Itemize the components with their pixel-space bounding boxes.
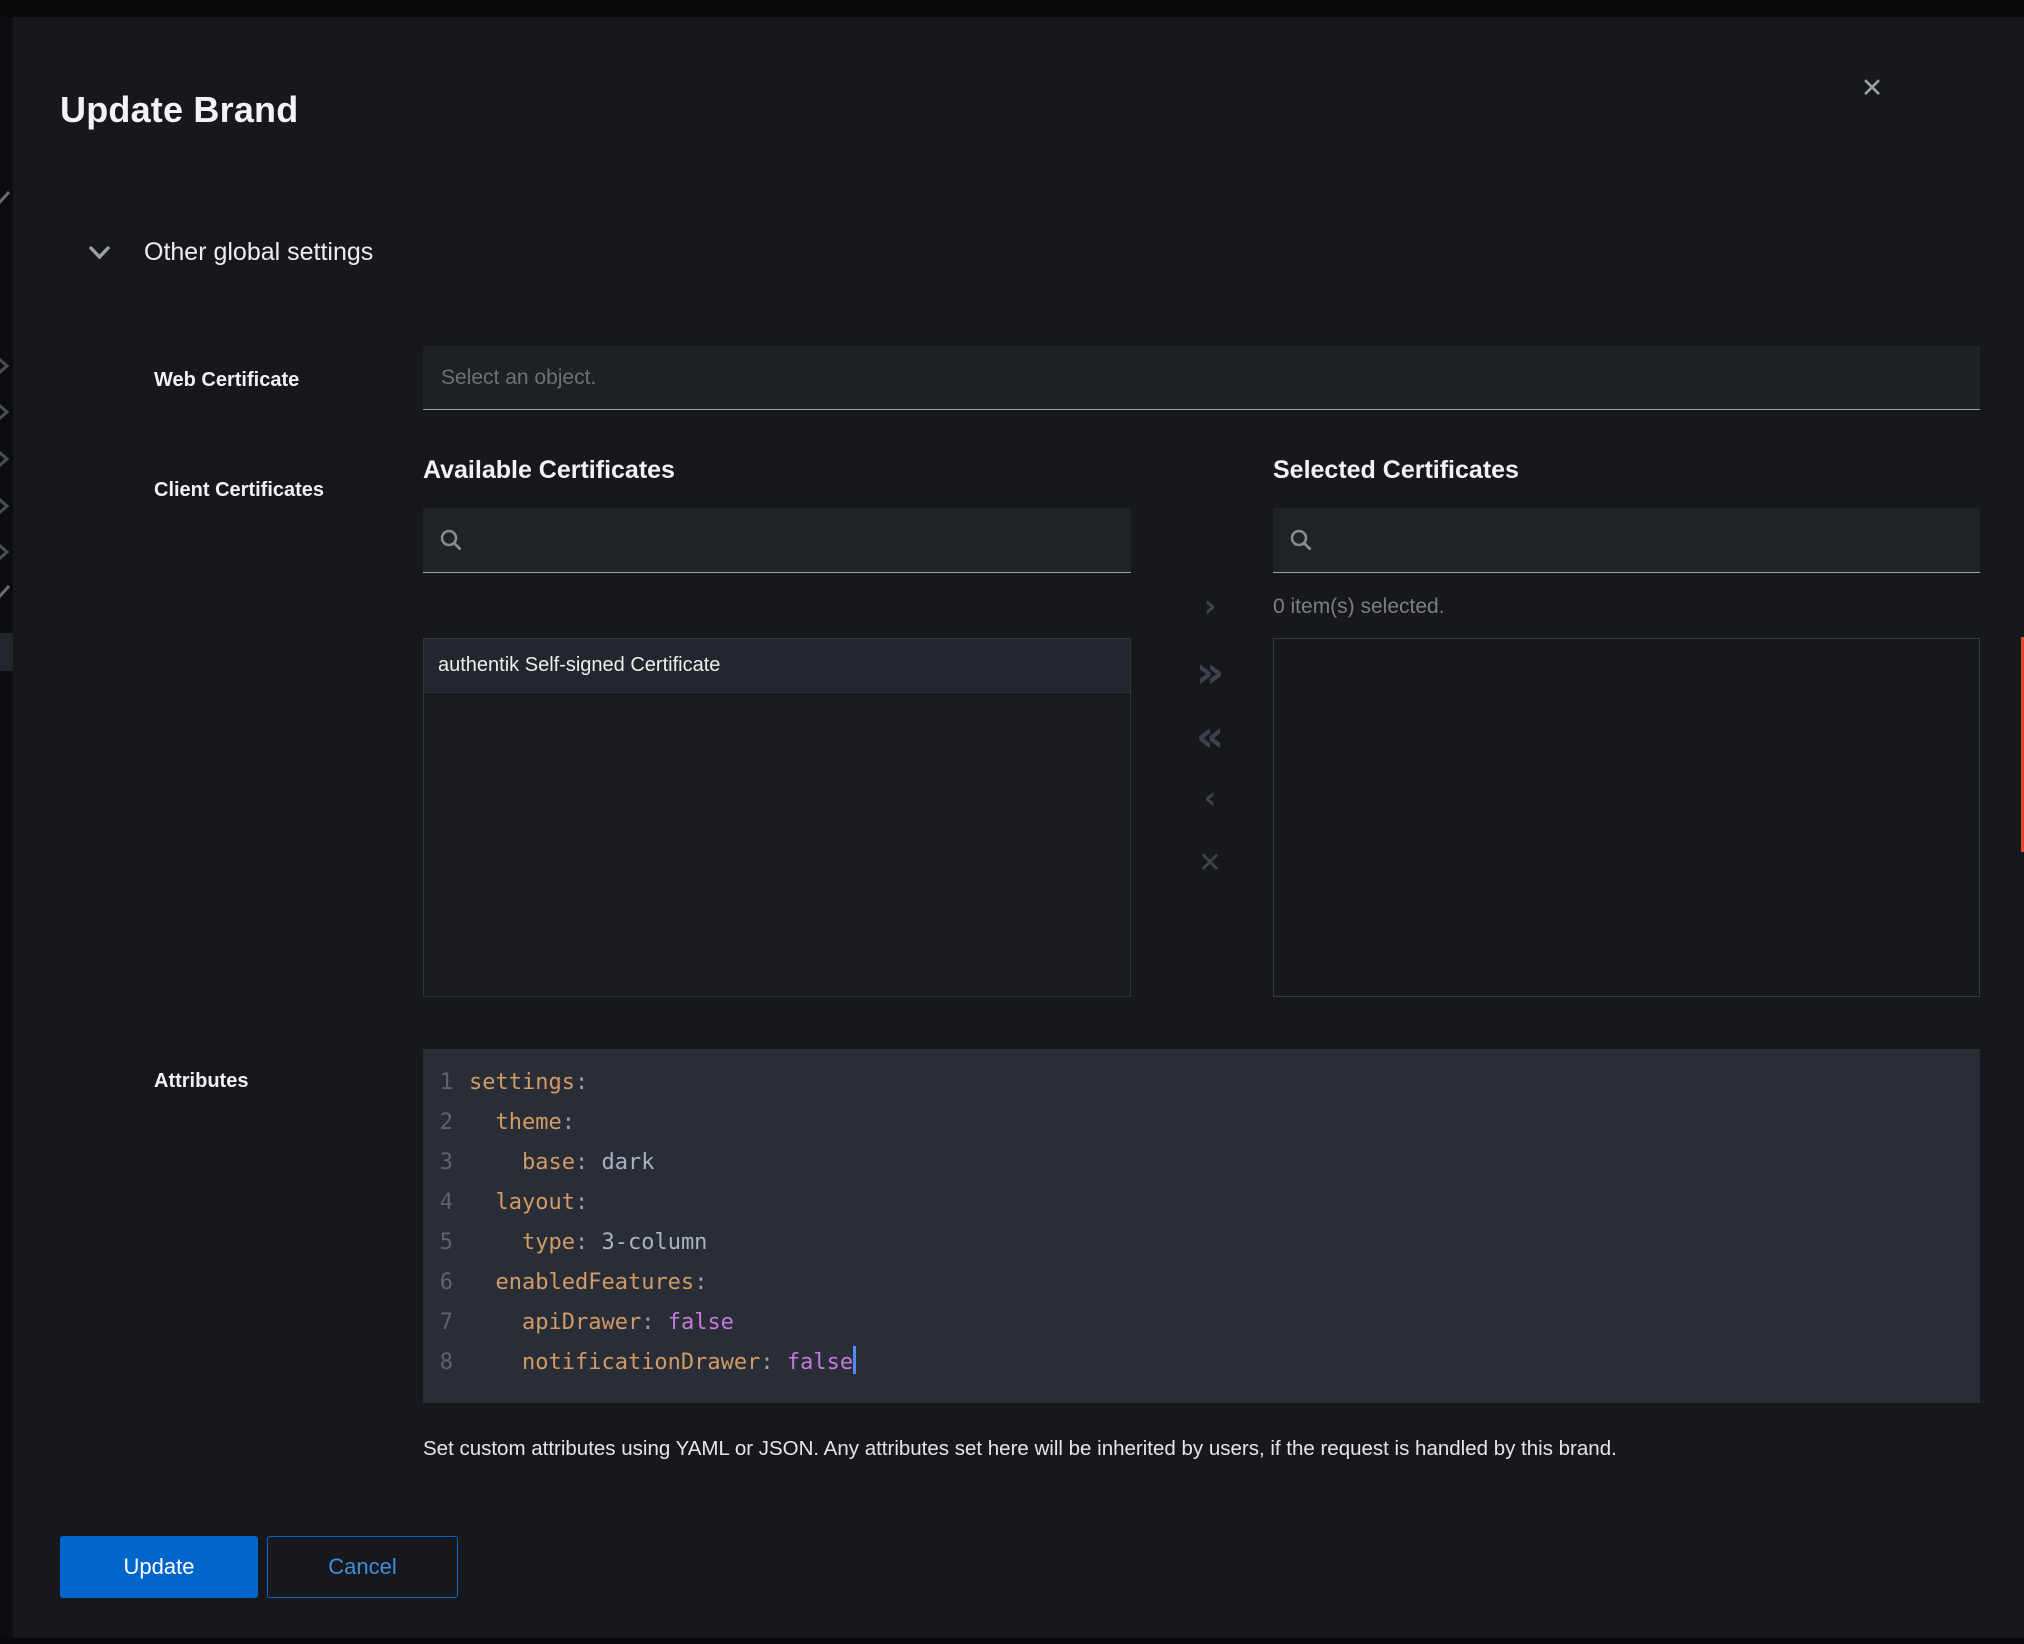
- selected-certificates-search-input[interactable]: [1325, 528, 1964, 553]
- available-certificates-search: [423, 508, 1131, 573]
- code-line: 4 layout:: [437, 1183, 1980, 1223]
- section-title: Other global settings: [144, 238, 373, 267]
- chevron-right-icon: [0, 401, 13, 423]
- modal-title: Update Brand: [60, 89, 298, 131]
- chevron-right-icon: [0, 495, 13, 517]
- search-icon: [1289, 528, 1313, 552]
- web-certificate-label: Web Certificate: [154, 367, 424, 393]
- screen: Update Brand ✕ Other global settings Web…: [0, 0, 2024, 1644]
- web-certificate-input[interactable]: [423, 346, 1980, 410]
- attributes-label: Attributes: [154, 1068, 424, 1094]
- check-icon: [0, 579, 13, 601]
- chevron-down-icon: [89, 246, 110, 259]
- other-global-settings-toggle[interactable]: Other global settings: [89, 232, 373, 272]
- code-line: 2 theme:: [437, 1103, 1980, 1143]
- background-bottom-strip: [0, 1638, 2024, 1644]
- transfer-clear-icon[interactable]: ✕: [1178, 841, 1242, 885]
- transfer-add-all-icon[interactable]: »: [1178, 651, 1242, 695]
- close-icon[interactable]: ✕: [1848, 65, 1896, 113]
- attributes-code-editor[interactable]: 1settings:2 theme:3 base: dark4 layout:5…: [423, 1049, 1980, 1403]
- code-line: 1settings:: [437, 1063, 1980, 1103]
- cancel-button[interactable]: Cancel: [267, 1536, 458, 1598]
- chevron-right-icon: [0, 448, 13, 470]
- update-button[interactable]: Update: [60, 1536, 258, 1598]
- background-top-strip: [0, 0, 2024, 17]
- selected-certificates-search: [1273, 508, 1980, 573]
- code-line: 6 enabledFeatures:: [437, 1263, 1980, 1303]
- transfer-remove-all-icon[interactable]: «: [1178, 715, 1242, 759]
- background-sidebar-sliver: [0, 17, 13, 1638]
- selected-certificates-heading: Selected Certificates: [1273, 456, 1519, 485]
- code-line: 3 base: dark: [437, 1143, 1980, 1183]
- check-icon: [0, 185, 13, 207]
- certificate-list-item[interactable]: authentik Self-signed Certificate: [424, 639, 1130, 693]
- available-certificates-heading: Available Certificates: [423, 456, 675, 485]
- available-certificates-search-input[interactable]: [475, 528, 1115, 553]
- available-certificates-list: authentik Self-signed Certificate: [423, 638, 1131, 997]
- update-brand-modal: Update Brand ✕ Other global settings Web…: [13, 17, 2024, 1638]
- chevron-right-icon: [0, 355, 13, 377]
- selected-count-status: 0 item(s) selected.: [1273, 595, 1445, 619]
- transfer-remove-icon[interactable]: ‹: [1178, 777, 1242, 821]
- text-cursor: [853, 1346, 856, 1374]
- chevron-right-icon: [0, 541, 13, 563]
- search-icon: [439, 528, 463, 552]
- sidebar-active-row-sliver: [0, 633, 13, 671]
- selected-certificates-list: [1273, 638, 1980, 997]
- code-line: 8 notificationDrawer: false: [437, 1343, 1980, 1383]
- attributes-code-lines: 1settings:2 theme:3 base: dark4 layout:5…: [437, 1063, 1980, 1383]
- code-line: 5 type: 3-column: [437, 1223, 1980, 1263]
- code-line: 7 apiDrawer: false: [437, 1303, 1980, 1343]
- transfer-add-icon[interactable]: ›: [1178, 585, 1242, 629]
- client-certificates-label: Client Certificates: [154, 477, 424, 503]
- attributes-help-text: Set custom attributes using YAML or JSON…: [423, 1435, 1983, 1462]
